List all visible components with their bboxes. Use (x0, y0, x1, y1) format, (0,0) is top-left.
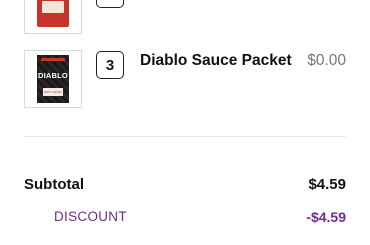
item-name: Diablo Sauce Packet (140, 52, 292, 69)
quantity-box[interactable] (96, 0, 124, 8)
discount-label: DISCOUNT (54, 209, 127, 224)
cart-item-partial (0, 0, 370, 34)
item-thumbnail (24, 0, 82, 34)
discount-value: -$4.59 (306, 209, 346, 225)
sauce-packet-image: DIABLO NEXT LEVEL (37, 55, 69, 103)
item-price: $0.00 (307, 52, 346, 69)
divider (24, 136, 346, 137)
sauce-packet-image (37, 0, 69, 27)
subtotal-label: Subtotal (24, 176, 84, 193)
packet-subtext: NEXT LEVEL (43, 90, 63, 94)
item-thumbnail: DIABLO NEXT LEVEL (24, 50, 82, 108)
packet-brand-text: DIABLO (38, 71, 68, 80)
cart-item: DIABLO NEXT LEVEL 3 Diablo Sauce Packet … (0, 48, 370, 110)
subtotal-value: $4.59 (308, 176, 346, 193)
quantity-box[interactable]: 3 (96, 51, 124, 79)
